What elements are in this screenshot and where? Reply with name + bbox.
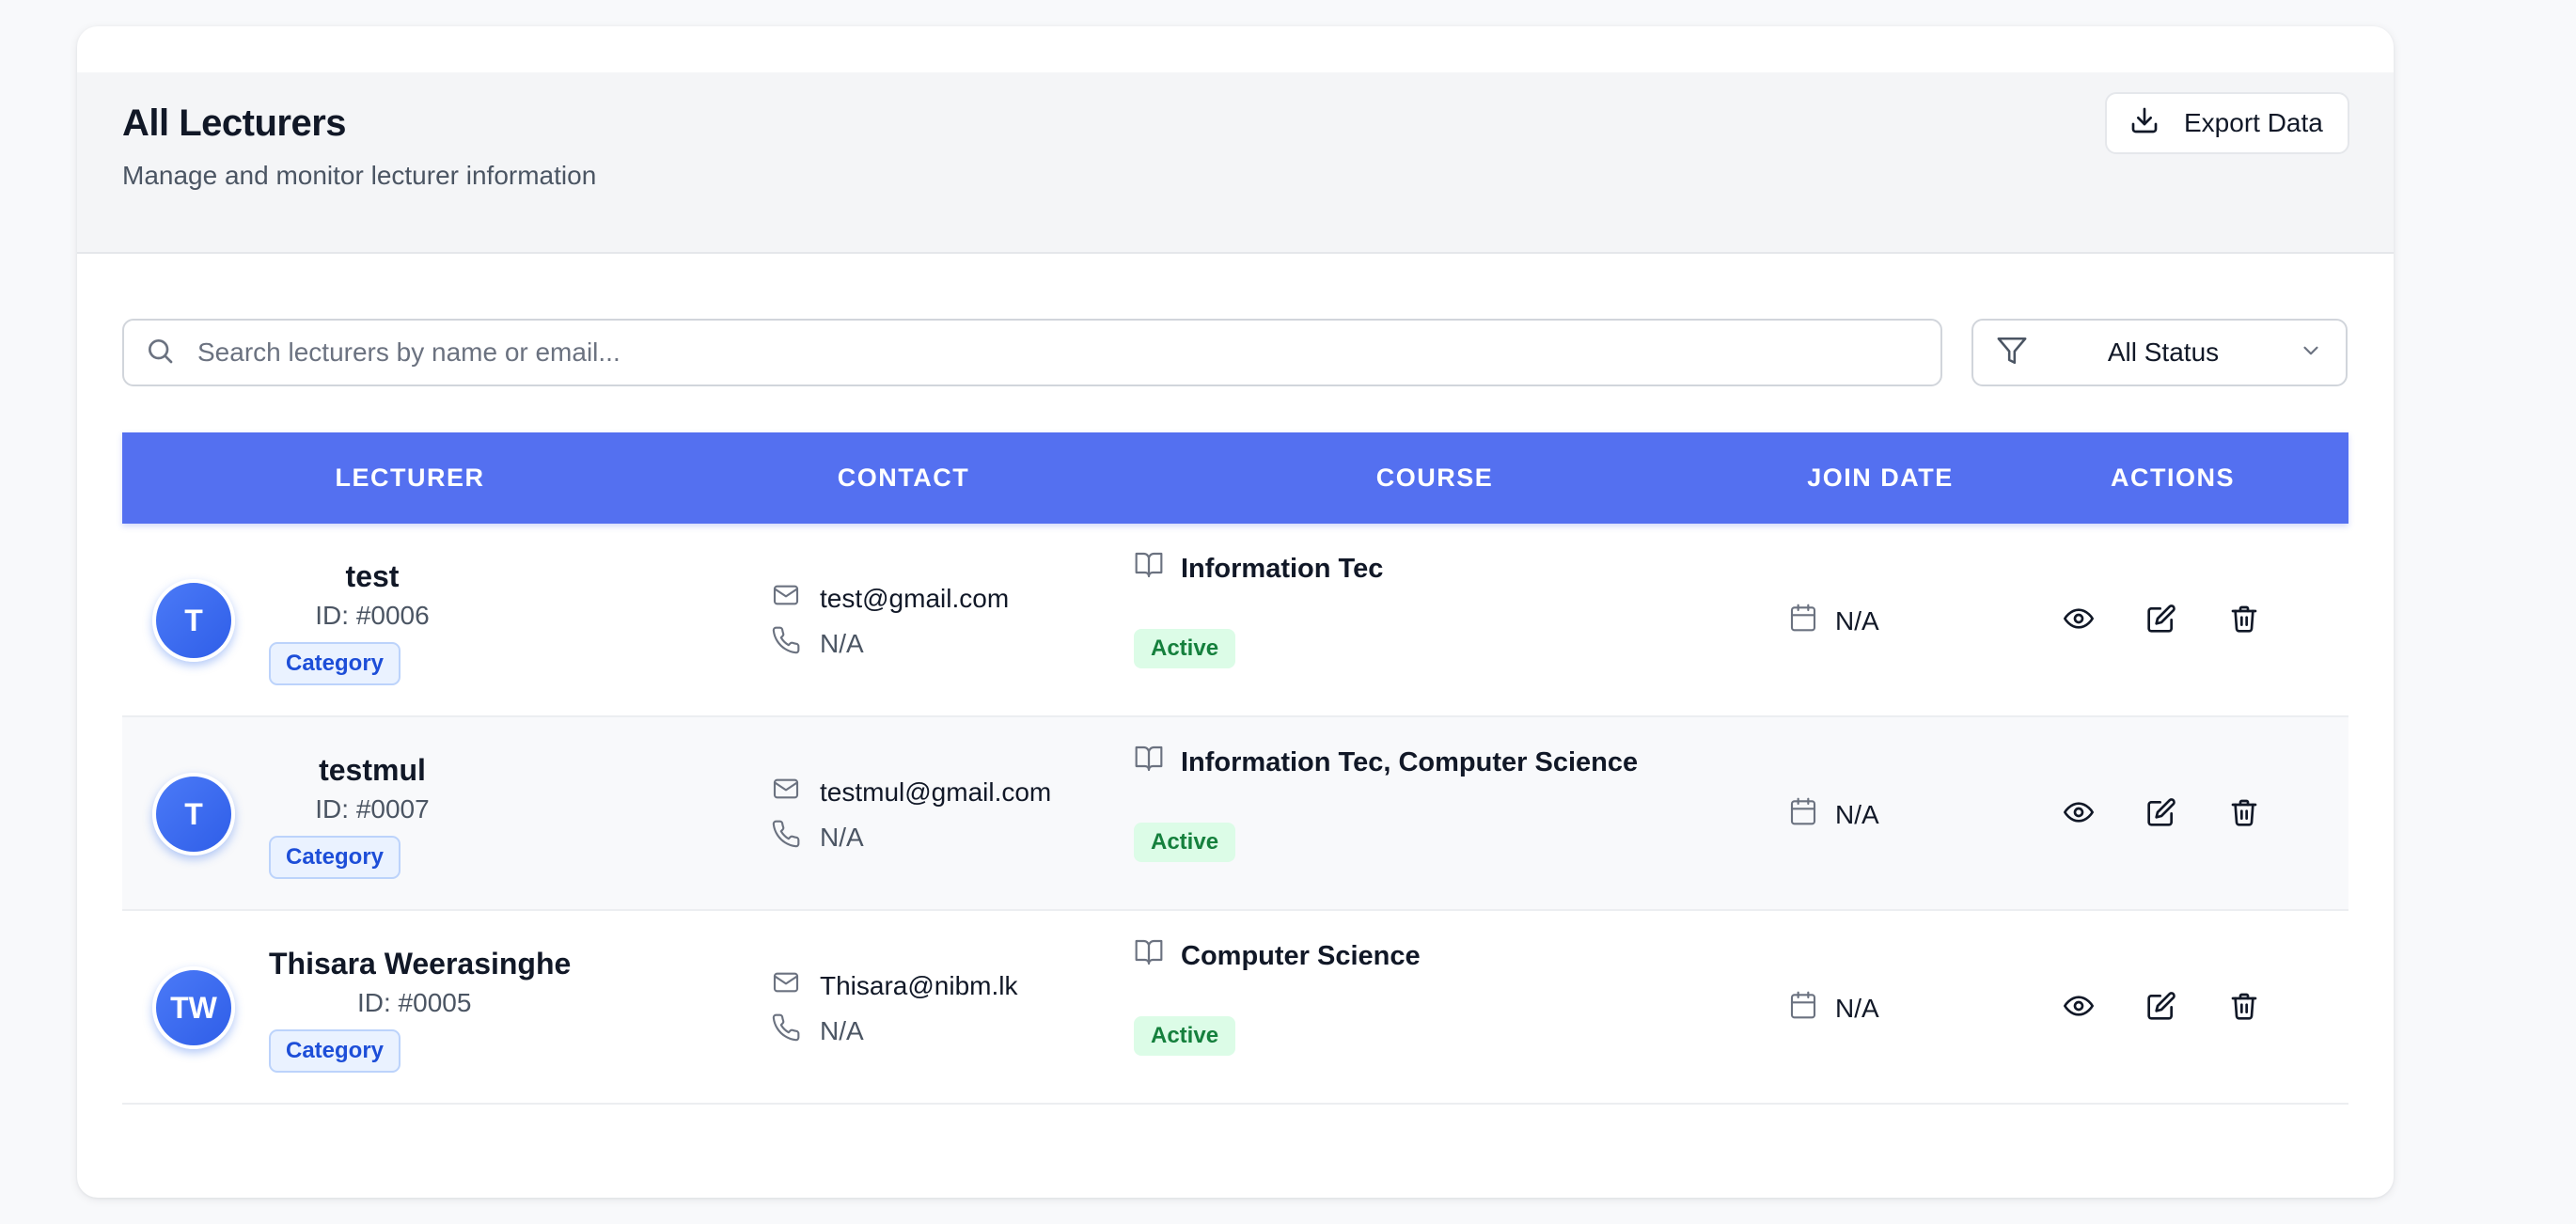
calendar-icon [1788, 603, 1818, 639]
column-header-actions: ACTIONS [2111, 463, 2235, 492]
edit-button[interactable] [2143, 602, 2180, 639]
book-open-icon [1134, 744, 1164, 781]
phone-icon [771, 1012, 801, 1049]
eye-icon [2064, 797, 2094, 832]
download-icon [2129, 105, 2160, 142]
email-line: test@gmail.com [771, 580, 1009, 617]
lecturers-card: All Lecturers Manage and monitor lecture… [77, 26, 2394, 1198]
search-input[interactable] [197, 337, 1890, 368]
trash-icon [2229, 797, 2259, 832]
lecturer-phone: N/A [820, 1015, 864, 1045]
page-title: All Lecturers [122, 102, 347, 144]
mail-icon [771, 967, 801, 1004]
export-data-button[interactable]: Export Data [2105, 92, 2349, 154]
lecturer-email: testmul@gmail.com [820, 777, 1052, 807]
column-header-lecturer: LECTURER [335, 463, 485, 492]
status-badge: Active [1134, 823, 1236, 862]
eye-icon [2064, 604, 2094, 638]
column-header-course: COURSE [1375, 463, 1494, 492]
category-badge: Category [269, 836, 401, 879]
mail-icon [771, 580, 801, 617]
calendar-icon [1788, 796, 1818, 833]
course-line: Information Tec [1134, 550, 1383, 588]
edit-button[interactable] [2143, 795, 2180, 833]
status-filter-value: All Status [2107, 337, 2220, 367]
course-name: Information Tec [1181, 553, 1384, 584]
status-badge: Active [1134, 629, 1236, 668]
avatar: T [152, 773, 235, 855]
edit-button[interactable] [2143, 989, 2180, 1027]
status-badge: Active [1134, 1016, 1236, 1056]
lecturer-phone: N/A [820, 628, 864, 658]
view-button[interactable] [2060, 602, 2097, 639]
phone-line: N/A [771, 819, 864, 855]
trash-icon [2229, 991, 2259, 1026]
search-box[interactable] [122, 319, 1942, 386]
delete-button[interactable] [2225, 795, 2263, 833]
eye-icon [2064, 991, 2094, 1026]
filter-icon [1996, 335, 2028, 371]
email-line: testmul@gmail.com [771, 774, 1051, 810]
lecturers-table: LECTURER CONTACT COURSE JOIN DATE ACTION… [122, 432, 2348, 1105]
table-row: TW Thisara Weerasinghe ID: #0005 Categor… [122, 911, 2348, 1105]
join-date: N/A [1788, 990, 1879, 1027]
lecturer-id: ID: #0005 [357, 988, 472, 1017]
course-name: Information Tec, Computer Science [1181, 746, 1639, 777]
email-line: Thisara@nibm.lk [771, 967, 1017, 1004]
course-line: Computer Science [1134, 937, 1421, 975]
trash-icon [2229, 604, 2259, 638]
avatar: T [152, 579, 235, 662]
delete-button[interactable] [2225, 602, 2263, 639]
phone-icon [771, 625, 801, 662]
table-row: T testmul ID: #0007 Category testmul@gma… [122, 717, 2348, 911]
course-name: Computer Science [1181, 940, 1421, 971]
lecturer-name: Thisara Weerasinghe [269, 947, 572, 981]
search-icon [145, 336, 175, 370]
phone-icon [771, 819, 801, 855]
chevron-down-icon [2299, 338, 2323, 368]
edit-icon [2146, 604, 2176, 638]
book-open-icon [1134, 550, 1164, 588]
course-line: Information Tec, Computer Science [1134, 744, 1638, 781]
edit-icon [2146, 991, 2176, 1026]
table-header: LECTURER CONTACT COURSE JOIN DATE ACTION… [122, 432, 2348, 524]
export-data-label: Export Data [2184, 108, 2323, 137]
lecturer-id: ID: #0006 [315, 601, 430, 630]
column-header-contact: CONTACT [837, 463, 970, 492]
view-button[interactable] [2060, 795, 2097, 833]
edit-icon [2146, 797, 2176, 832]
book-open-icon [1134, 937, 1164, 975]
lecturer-email: Thisara@nibm.lk [820, 970, 1018, 1000]
join-date-value: N/A [1835, 993, 1879, 1023]
lecturer-email: test@gmail.com [820, 583, 1010, 613]
lecturer-phone: N/A [820, 822, 864, 852]
lecturer-id: ID: #0007 [315, 794, 430, 824]
table-row: T test ID: #0006 Category test@gmail.com… [122, 524, 2348, 717]
phone-line: N/A [771, 1012, 864, 1049]
category-badge: Category [269, 1029, 401, 1073]
category-badge: Category [269, 642, 401, 685]
avatar: TW [152, 966, 235, 1049]
column-header-join-date: JOIN DATE [1807, 463, 1954, 492]
lecturer-name: testmul [319, 753, 426, 787]
phone-line: N/A [771, 625, 864, 662]
mail-icon [771, 774, 801, 810]
status-filter-select[interactable]: All Status [1971, 319, 2348, 386]
delete-button[interactable] [2225, 989, 2263, 1027]
view-button[interactable] [2060, 989, 2097, 1027]
join-date-value: N/A [1835, 799, 1879, 829]
lecturer-name: test [345, 559, 400, 593]
join-date-value: N/A [1835, 605, 1879, 636]
join-date: N/A [1788, 796, 1879, 833]
calendar-icon [1788, 990, 1818, 1027]
card-header: All Lecturers Manage and monitor lecture… [77, 72, 2394, 254]
page-subtitle: Manage and monitor lecturer information [122, 161, 597, 190]
join-date: N/A [1788, 603, 1879, 639]
